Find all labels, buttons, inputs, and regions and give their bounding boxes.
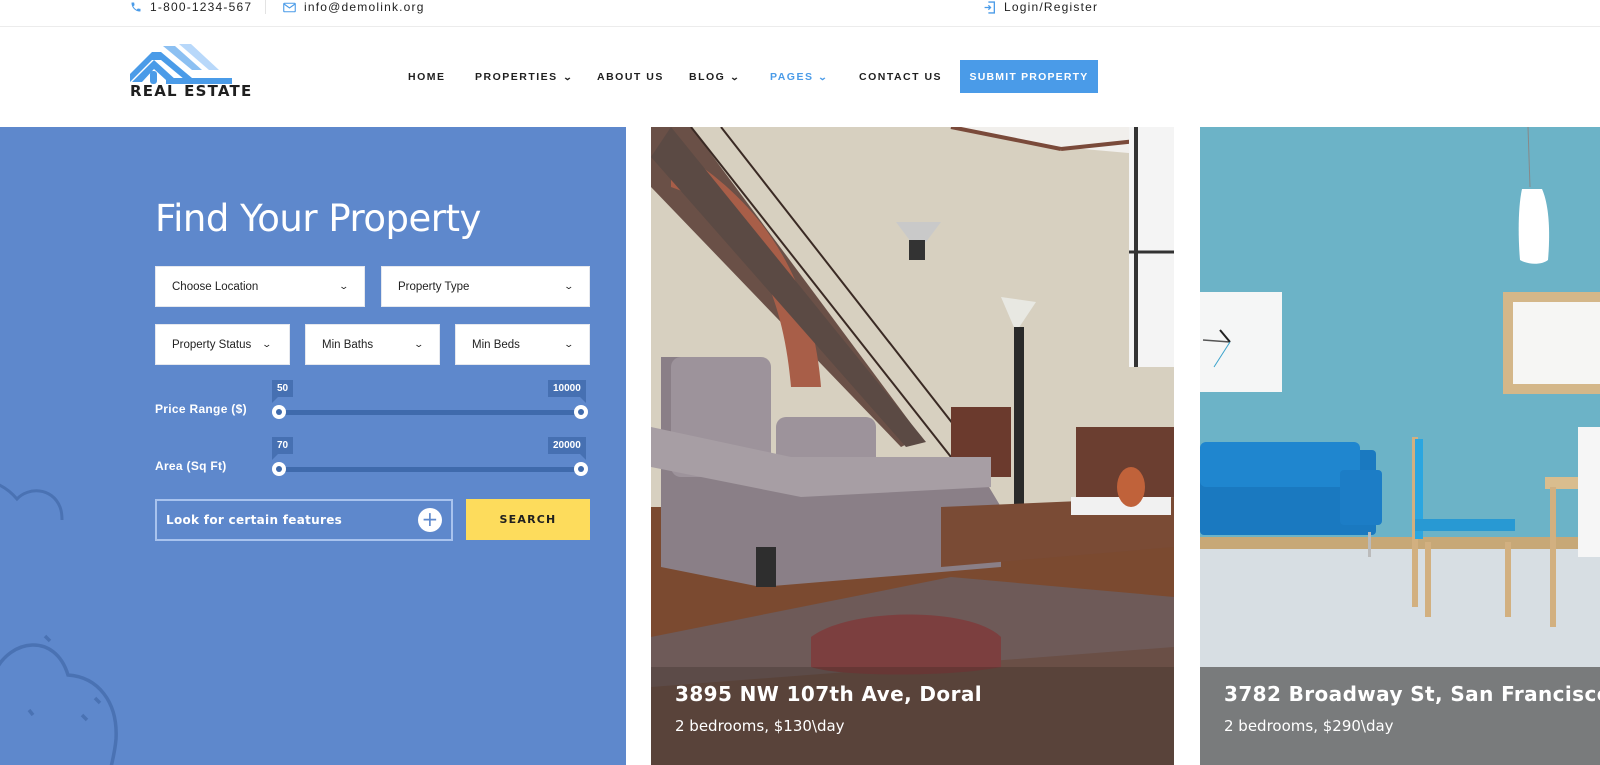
- features-placeholder: Look for certain features: [166, 513, 343, 527]
- features-input[interactable]: Look for certain features +: [155, 499, 453, 541]
- search-title: Find Your Property: [155, 197, 481, 240]
- mail-icon: [283, 2, 296, 12]
- login-register-label: Login/Register: [1004, 0, 1099, 14]
- min-baths-select-value: Min Baths: [322, 338, 374, 351]
- phone-icon: [131, 2, 141, 12]
- price-range-slider[interactable]: [272, 405, 588, 419]
- price-range-label: Price Range ($): [155, 402, 247, 416]
- nav-about-us-label: ABOUT US: [597, 71, 664, 83]
- nav-properties[interactable]: PROPERTIES ⌄: [475, 71, 573, 83]
- price-max-tooltip: 10000: [548, 380, 586, 403]
- nav-contact-us[interactable]: CONTACT US: [859, 71, 942, 83]
- chevron-down-icon: ⌄: [818, 71, 830, 82]
- nav-home[interactable]: HOME: [408, 71, 446, 83]
- submit-property-button[interactable]: SUBMIT PROPERTY: [960, 60, 1098, 93]
- area-max-handle[interactable]: [574, 462, 588, 476]
- search-button[interactable]: SEARCH: [466, 499, 590, 540]
- area-min-tooltip: 70: [272, 437, 294, 460]
- area-range-label: Area (Sq Ft): [155, 459, 227, 473]
- chevron-down-icon: ⌄: [563, 339, 575, 349]
- property-title[interactable]: 3782 Broadway St, San Francisco: [1224, 682, 1600, 706]
- location-select[interactable]: Choose Location ⌄: [155, 266, 365, 307]
- property-title[interactable]: 3895 NW 107th Ave, Doral: [675, 682, 982, 706]
- phone-number: 1-800-1234-567: [150, 0, 253, 14]
- chevron-down-icon: ⌄: [563, 281, 575, 291]
- chevron-down-icon: ⌄: [413, 339, 425, 349]
- chevron-down-icon: ⌄: [261, 339, 273, 349]
- min-beds-select-value: Min Beds: [472, 338, 520, 351]
- nav-properties-label: PROPERTIES: [475, 71, 558, 83]
- email-contact[interactable]: info@demolink.org: [283, 0, 425, 14]
- property-details: 2 bedrooms, $290\day: [1224, 717, 1394, 735]
- login-register-link[interactable]: Login/Register: [984, 0, 1098, 14]
- top-bar: 1-800-1234-567 info@demolink.org Login/R…: [0, 0, 1600, 27]
- nav-home-label: HOME: [408, 71, 446, 83]
- property-details: 2 bedrooms, $130\day: [675, 717, 845, 735]
- property-card[interactable]: 3782 Broadway St, San Francisco 2 bedroo…: [1200, 127, 1600, 765]
- phone-contact[interactable]: 1-800-1234-567: [130, 0, 252, 14]
- area-range-slider[interactable]: [272, 462, 588, 476]
- nav-pages-label: PAGES: [770, 71, 814, 83]
- chevron-down-icon: ⌄: [338, 281, 350, 291]
- plus-icon[interactable]: +: [418, 508, 442, 532]
- nav-blog-label: BLOG: [689, 71, 726, 83]
- nav-blog[interactable]: BLOG ⌄: [689, 71, 740, 83]
- property-card[interactable]: 3895 NW 107th Ave, Doral 2 bedrooms, $13…: [651, 127, 1174, 765]
- email-address: info@demolink.org: [304, 0, 425, 14]
- property-status-select[interactable]: Property Status ⌄: [155, 324, 290, 365]
- login-icon: [984, 0, 995, 14]
- logo-text[interactable]: REAL ESTATE: [130, 82, 252, 100]
- chevron-down-icon: ⌄: [729, 71, 742, 82]
- area-max-tooltip: 20000: [548, 437, 586, 460]
- chevron-down-icon: ⌄: [562, 71, 575, 82]
- property-type-select[interactable]: Property Type ⌄: [381, 266, 590, 307]
- area-min-handle[interactable]: [272, 462, 286, 476]
- site-header: REAL ESTATE HOME PROPERTIES ⌄ ABOUT US BL…: [0, 27, 1600, 127]
- price-min-handle[interactable]: [272, 405, 286, 419]
- min-baths-select[interactable]: Min Baths ⌄: [305, 324, 440, 365]
- property-status-select-value: Property Status: [172, 338, 252, 351]
- property-search-panel: Find Your Property Choose Location ⌄ Pro…: [0, 127, 626, 765]
- nav-pages[interactable]: PAGES ⌄: [770, 71, 829, 83]
- min-beds-select[interactable]: Min Beds ⌄: [455, 324, 590, 365]
- nav-about-us[interactable]: ABOUT US: [597, 71, 664, 83]
- hero-section: Find Your Property Choose Location ⌄ Pro…: [0, 127, 1600, 765]
- price-max-handle[interactable]: [574, 405, 588, 419]
- nav-contact-us-label: CONTACT US: [859, 71, 943, 83]
- topbar-divider: [265, 0, 266, 14]
- price-min-tooltip: 50: [272, 380, 294, 403]
- location-select-value: Choose Location: [172, 280, 259, 293]
- property-type-select-value: Property Type: [398, 280, 470, 293]
